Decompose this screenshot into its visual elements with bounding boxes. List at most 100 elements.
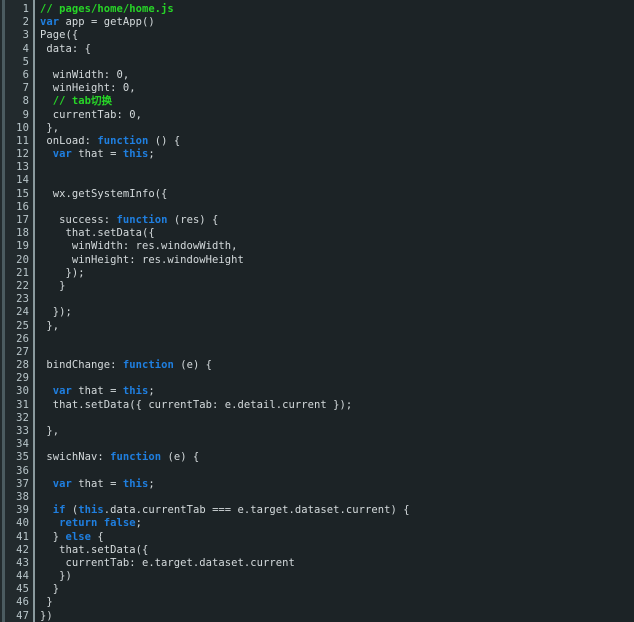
code-line[interactable]: var app = getApp() bbox=[40, 16, 634, 29]
code-line[interactable]: winHeight: 0, bbox=[40, 82, 634, 95]
line-number: 10 bbox=[16, 121, 29, 134]
code-token-keyword: function bbox=[122, 359, 174, 372]
code-token-keyword: this bbox=[122, 385, 149, 398]
code-line[interactable]: ​ bbox=[40, 174, 634, 187]
code-line[interactable]: ​ bbox=[40, 56, 634, 69]
line-number: 36 bbox=[16, 464, 29, 477]
line-number: 21 bbox=[16, 266, 29, 279]
code-token-plain: that.setData({ bbox=[40, 543, 149, 556]
code-token-comment: // tab切换 bbox=[52, 95, 113, 108]
code-line[interactable]: winWidth: 0, bbox=[40, 69, 634, 82]
code-token-plain: () { bbox=[148, 134, 181, 147]
code-line[interactable]: }, bbox=[40, 122, 634, 135]
line-number: 15 bbox=[16, 187, 29, 200]
line-number: 1 bbox=[22, 3, 29, 15]
code-line[interactable]: return false; bbox=[40, 517, 634, 530]
code-line[interactable]: } bbox=[40, 583, 634, 596]
code-line[interactable]: currentTab: 0, bbox=[40, 109, 634, 122]
code-line[interactable]: var that = this; bbox=[40, 478, 634, 491]
line-number: 27 bbox=[16, 345, 29, 358]
code-line[interactable]: ​ bbox=[40, 293, 634, 306]
code-token-plain: }, bbox=[40, 121, 60, 134]
code-token-plain: }); bbox=[40, 306, 72, 319]
code-line[interactable]: } else { bbox=[40, 531, 634, 544]
line-number: 31 bbox=[16, 398, 29, 411]
code-line[interactable]: that.setData({ bbox=[40, 227, 634, 240]
code-line[interactable]: ​ bbox=[40, 333, 634, 346]
code-line[interactable]: swichNav: function (e) { bbox=[40, 451, 634, 464]
code-line[interactable]: wx.getSystemInfo({ bbox=[40, 188, 634, 201]
code-token-plain: that = bbox=[71, 385, 123, 398]
code-line[interactable]: var that = this; bbox=[40, 148, 634, 161]
code-line[interactable]: ​ bbox=[40, 438, 634, 451]
code-token-plain: winHeight: res.windowHeight bbox=[40, 253, 244, 266]
code-line[interactable]: // pages/home/home.js bbox=[40, 3, 634, 16]
line-number: 47 bbox=[16, 609, 29, 622]
code-token-keyword: this bbox=[122, 148, 149, 161]
code-line[interactable]: ​ bbox=[40, 161, 634, 174]
code-token-plain: winWidth: res.windowWidth, bbox=[40, 240, 238, 253]
code-line[interactable]: }); bbox=[40, 306, 634, 319]
code-line[interactable]: }, bbox=[40, 425, 634, 438]
code-line[interactable]: data: { bbox=[40, 43, 634, 56]
line-number-gutter: 1 2 3 4 5 6 7 8 9 10 11 12 13 14 15 16 17 18 19 20 21 22 23 24 2… bbox=[0, 0, 35, 622]
code-line[interactable]: winHeight: res.windowHeight bbox=[40, 254, 634, 267]
code-line[interactable]: } bbox=[40, 596, 634, 609]
code-token-keyword: else bbox=[65, 530, 91, 543]
code-content-area[interactable]: // pages/home/home.js var app = getApp() P… bbox=[35, 0, 634, 622]
line-number: 45 bbox=[16, 583, 29, 596]
code-token-plain: (res) { bbox=[167, 214, 219, 226]
code-line[interactable]: ​ bbox=[40, 201, 634, 214]
code-line[interactable]: }, bbox=[40, 320, 634, 333]
line-number: 4 bbox=[22, 42, 29, 55]
code-line[interactable]: that.setData({ bbox=[40, 544, 634, 557]
line-number: 2 bbox=[22, 16, 29, 29]
code-line[interactable]: ​ bbox=[40, 412, 634, 425]
code-line[interactable]: ​ bbox=[40, 372, 634, 385]
line-number: 17 bbox=[16, 214, 29, 226]
code-line[interactable]: ​ bbox=[40, 346, 634, 359]
code-line[interactable]: }) bbox=[40, 570, 634, 583]
code-token-keyword: if bbox=[52, 504, 66, 517]
code-token-keyword: return bbox=[59, 517, 98, 530]
code-token-keyword: var bbox=[52, 385, 72, 398]
code-line[interactable]: var that = this; bbox=[40, 385, 634, 398]
line-number: 16 bbox=[16, 200, 29, 213]
code-line[interactable]: if (this.data.currentTab === e.target.da… bbox=[40, 504, 634, 517]
code-token-keyword: false bbox=[103, 517, 136, 530]
code-token-plain: currentTab: e.target.dataset.current bbox=[40, 556, 295, 569]
code-line[interactable]: ​ bbox=[40, 465, 634, 478]
code-line[interactable]: that.setData({ currentTab: e.detail.curr… bbox=[40, 399, 634, 412]
line-number: 43 bbox=[16, 556, 29, 569]
line-number: 28 bbox=[16, 359, 29, 372]
code-line[interactable]: onLoad: function () { bbox=[40, 135, 634, 148]
code-token-keyword: function bbox=[110, 451, 162, 464]
code-line[interactable]: currentTab: e.target.dataset.current bbox=[40, 557, 634, 570]
code-line[interactable]: ​ bbox=[40, 491, 634, 504]
code-token-plain: that = bbox=[71, 148, 123, 161]
code-line[interactable]: }); bbox=[40, 267, 634, 280]
code-token-plain: ; bbox=[135, 517, 142, 530]
code-line[interactable]: // tab切换 bbox=[40, 95, 634, 108]
code-token-plain: } bbox=[40, 596, 53, 609]
code-token-plain: ; bbox=[148, 148, 155, 161]
code-line[interactable]: Page({ bbox=[40, 29, 634, 42]
code-token-plain: data: { bbox=[40, 42, 91, 55]
line-number: 37 bbox=[16, 477, 29, 490]
code-line[interactable]: } bbox=[40, 280, 634, 293]
line-number: 23 bbox=[16, 293, 29, 306]
code-token-plain: }) bbox=[40, 609, 53, 622]
line-number: 18 bbox=[16, 227, 29, 240]
code-token-keyword: this bbox=[78, 504, 104, 517]
code-line[interactable]: success: function (res) { bbox=[40, 214, 634, 227]
code-token-plain: ; bbox=[148, 385, 155, 398]
code-line[interactable]: winWidth: res.windowWidth, bbox=[40, 240, 634, 253]
code-token-plain: }); bbox=[40, 266, 85, 279]
code-token-plain: currentTab: 0, bbox=[40, 108, 142, 121]
line-number: 35 bbox=[16, 451, 29, 464]
code-token-plain: Page({ bbox=[40, 29, 79, 42]
code-line[interactable]: }) bbox=[40, 610, 634, 622]
code-line[interactable]: bindChange: function (e) { bbox=[40, 359, 634, 372]
